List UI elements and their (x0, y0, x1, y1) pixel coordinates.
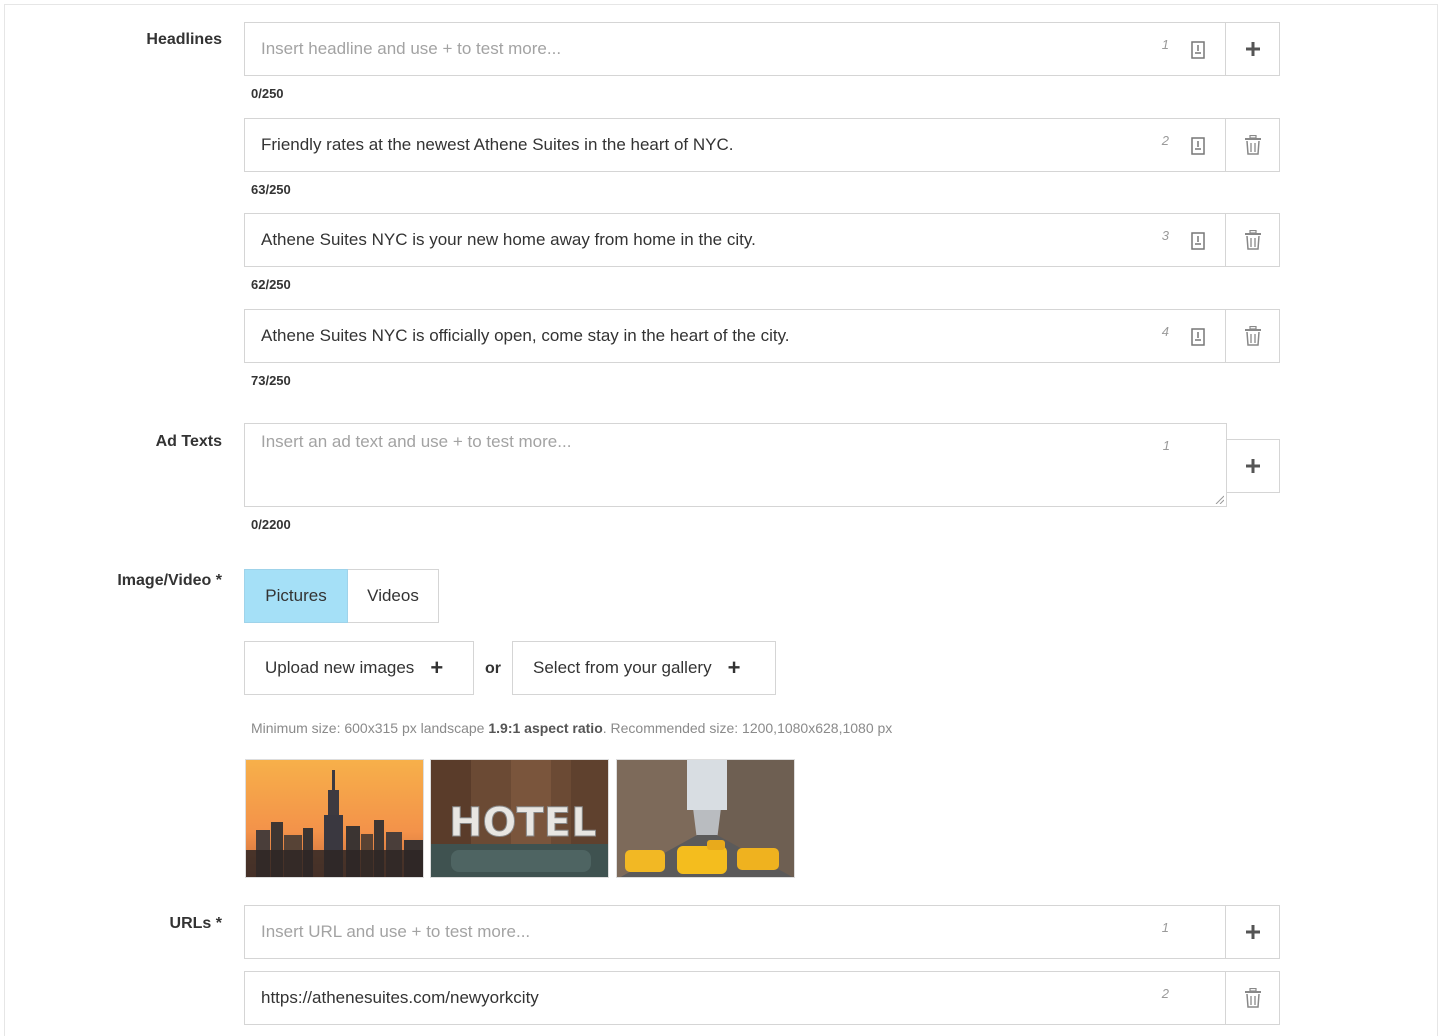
headline-value: Friendly rates at the newest Athene Suit… (261, 135, 734, 154)
headlines-label: Headlines (146, 31, 222, 48)
add-ad-text-button[interactable] (1226, 439, 1280, 493)
ad-text-index: 1 (1162, 438, 1170, 453)
headline-placeholder: Insert headline and use + to test more..… (261, 39, 562, 58)
headline-value: Athene Suites NYC is officially open, co… (261, 326, 790, 345)
url-index: 1 (1161, 920, 1169, 935)
delete-url-button[interactable] (1226, 971, 1280, 1025)
plus-icon (1245, 42, 1260, 56)
url-input[interactable]: https://athenesuites.com/newyorkcity 2 (244, 971, 1226, 1025)
plus-icon (1246, 459, 1260, 473)
hotel-sign-image: HOTEL (431, 760, 608, 877)
ad-text-placeholder: Insert an ad text and use + to test more… (261, 432, 572, 451)
upload-images-label: Upload new images (265, 658, 415, 677)
url-input[interactable]: Insert URL and use + to test more... 1 (244, 905, 1226, 959)
trash-icon (1244, 135, 1261, 155)
street-taxis-image (617, 760, 794, 877)
svg-text:HOTEL: HOTEL (449, 800, 597, 846)
headline-value: Athene Suites NYC is your new home away … (261, 230, 756, 249)
add-headline-button[interactable] (1226, 22, 1280, 76)
plus-icon (1245, 925, 1260, 939)
or-separator: or (485, 660, 501, 677)
trash-icon (1244, 230, 1261, 250)
headline-row: Athene Suites NYC is your new home away … (244, 213, 1280, 267)
headline-index: 1 (1161, 37, 1169, 52)
url-value: https://athenesuites.com/newyorkcity (261, 988, 539, 1007)
ad-text-counter: 0/2200 (251, 517, 291, 532)
headline-input[interactable]: Insert headline and use + to test more..… (244, 22, 1226, 76)
url-index: 2 (1161, 986, 1169, 1001)
ad-texts-label: Ad Texts (155, 433, 222, 450)
street-taxis-thumbnail[interactable] (616, 759, 795, 878)
resize-handle-icon[interactable] (1214, 494, 1224, 504)
document-icon[interactable] (1191, 328, 1205, 346)
url-row: Insert URL and use + to test more... 1 (244, 905, 1280, 959)
image-video-label: Image/Video * (117, 572, 222, 589)
plus-icon: + (727, 655, 741, 680)
city-skyline-thumbnail[interactable] (245, 759, 424, 878)
plus-icon: + (430, 655, 444, 680)
document-icon[interactable] (1191, 41, 1205, 59)
media-type-toggle: Pictures Videos (244, 569, 439, 623)
trash-icon (1244, 988, 1261, 1008)
city-skyline-image (246, 760, 423, 877)
tab-pictures[interactable]: Pictures (244, 569, 348, 623)
urls-label: URLs * (169, 915, 222, 932)
document-icon[interactable] (1191, 137, 1205, 155)
delete-headline-button[interactable] (1226, 213, 1280, 267)
add-url-button[interactable] (1226, 905, 1280, 959)
tab-videos[interactable]: Videos (348, 569, 439, 623)
headline-input[interactable]: Athene Suites NYC is officially open, co… (244, 309, 1226, 363)
headline-counter: 62/250 (251, 277, 291, 292)
headline-index: 2 (1161, 133, 1169, 148)
image-size-hint: Minimum size: 600x315 px landscape 1.9:1… (251, 720, 893, 736)
url-placeholder: Insert URL and use + to test more... (261, 922, 531, 941)
headline-counter: 73/250 (251, 373, 291, 388)
url-row: https://athenesuites.com/newyorkcity 2 (244, 971, 1280, 1025)
headline-counter: 63/250 (251, 182, 291, 197)
headline-input[interactable]: Friendly rates at the newest Athene Suit… (244, 118, 1226, 172)
headline-row: Athene Suites NYC is officially open, co… (244, 309, 1280, 363)
headline-counter: 0/250 (251, 86, 284, 101)
headline-row: Insert headline and use + to test more..… (244, 22, 1280, 76)
document-icon[interactable] (1191, 232, 1205, 250)
select-gallery-label: Select from your gallery (533, 658, 712, 677)
ad-text-textarea[interactable]: Insert an ad text and use + to test more… (244, 423, 1227, 507)
select-gallery-button[interactable]: Select from your gallery + (512, 641, 776, 695)
headline-index: 4 (1161, 324, 1169, 339)
headline-input[interactable]: Athene Suites NYC is your new home away … (244, 213, 1226, 267)
upload-images-button[interactable]: Upload new images + (244, 641, 474, 695)
delete-headline-button[interactable] (1226, 309, 1280, 363)
trash-icon (1244, 326, 1261, 346)
delete-headline-button[interactable] (1226, 118, 1280, 172)
hotel-sign-thumbnail[interactable]: HOTEL (430, 759, 609, 878)
headline-index: 3 (1161, 228, 1169, 243)
headline-row: Friendly rates at the newest Athene Suit… (244, 118, 1280, 172)
